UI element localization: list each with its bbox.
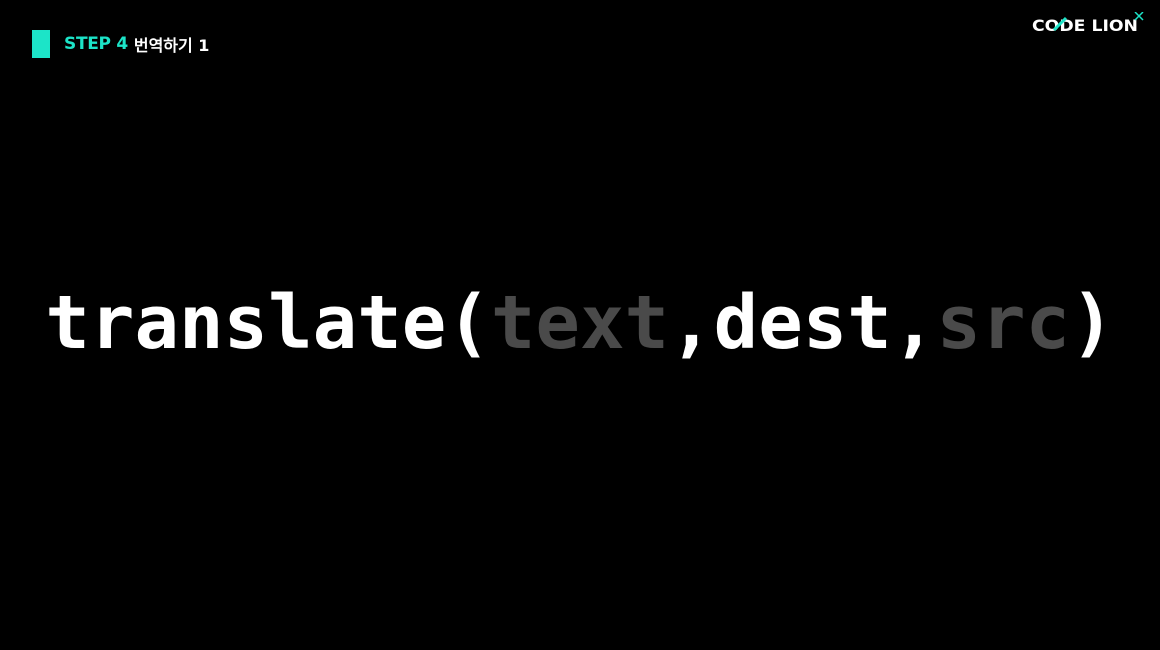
code-lion-logo: CODE LION bbox=[1032, 12, 1144, 35]
step-label: STEP 4 bbox=[64, 34, 128, 54]
param-src: src bbox=[936, 280, 1071, 366]
function-name: translate bbox=[45, 280, 447, 366]
close-paren: ) bbox=[1070, 280, 1115, 366]
param-text: text bbox=[490, 280, 670, 366]
comma-1: , bbox=[669, 280, 714, 366]
comma-2: , bbox=[891, 280, 937, 366]
param-dest: dest bbox=[713, 280, 892, 366]
logo-text: CODE LION bbox=[1032, 16, 1138, 35]
open-paren: ( bbox=[446, 280, 491, 366]
step-marker bbox=[32, 30, 50, 58]
code-expression: translate(text,dest,src) bbox=[0, 278, 1160, 368]
step-title: 번역하기 1 bbox=[133, 36, 210, 55]
step-header: STEP 4 번역하기 1 bbox=[32, 30, 209, 58]
